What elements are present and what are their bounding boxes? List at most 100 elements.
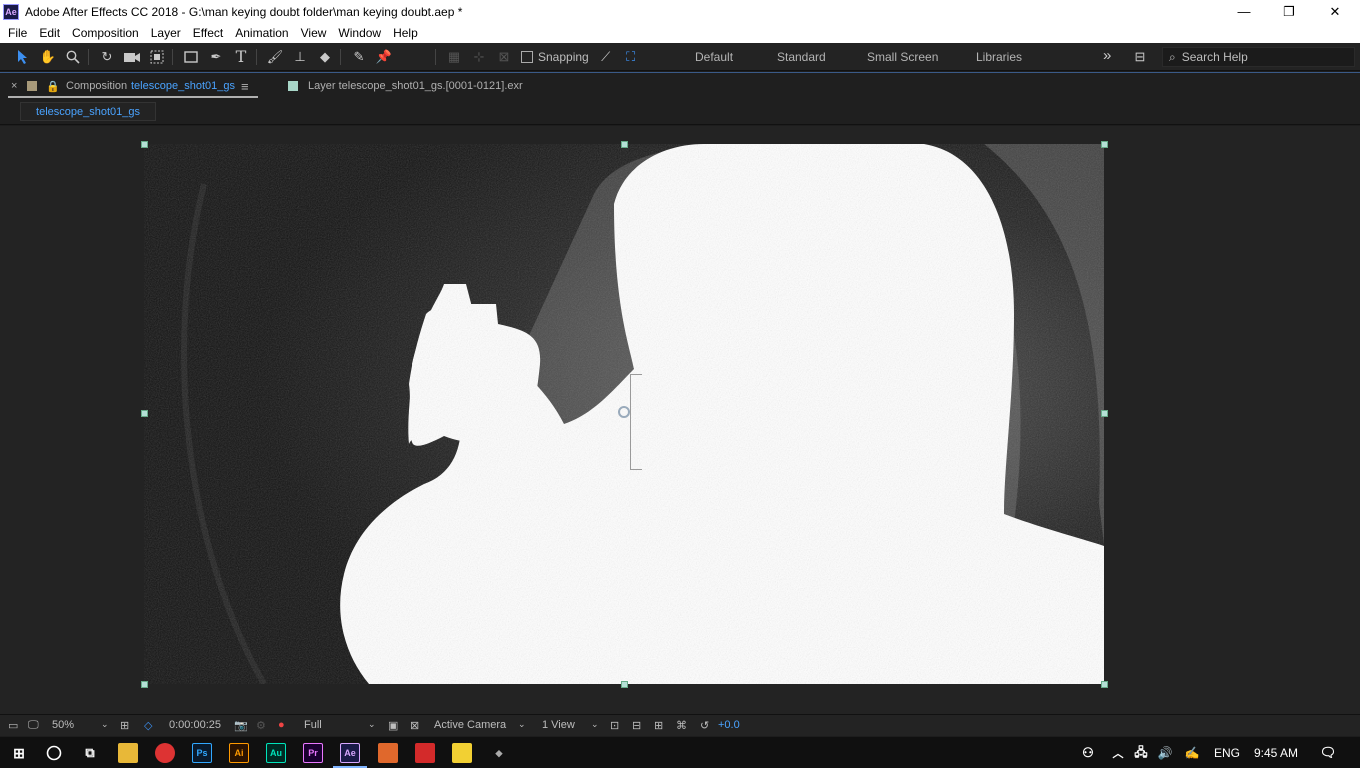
layer-handle[interactable] [1101, 681, 1108, 688]
app-icon[interactable]: ◆ [489, 743, 509, 763]
workspace-libraries[interactable]: Libraries [976, 50, 1022, 64]
puppet-pin-tool-icon[interactable]: 📌 [373, 46, 395, 68]
composition-breadcrumb[interactable]: telescope_shot01_gs [20, 102, 156, 121]
zoom-select[interactable]: 50% [52, 719, 74, 731]
snap-edges-icon[interactable]: ⟋ [595, 46, 617, 68]
task-view-icon[interactable]: ⧉ [80, 743, 100, 763]
toolbar-divider [88, 48, 89, 65]
chevron-up-icon[interactable]: ︿ [1108, 743, 1128, 763]
rotation-tool-icon[interactable]: ↻ [96, 46, 118, 68]
file-explorer-icon[interactable] [118, 743, 138, 763]
zoom-tool-icon[interactable] [62, 46, 84, 68]
photoshop-icon[interactable]: Ps [192, 743, 212, 763]
close-window-button[interactable]: ✕ [1312, 0, 1358, 23]
menu-help[interactable]: Help [387, 26, 424, 40]
illustrator-icon[interactable]: Ai [229, 743, 249, 763]
type-tool-icon[interactable]: T [230, 46, 252, 68]
resolution-select[interactable]: Full [304, 719, 322, 731]
guide-bracket [630, 374, 642, 470]
menu-bar: File Edit Composition Layer Effect Anima… [0, 23, 1360, 43]
layer-handle[interactable] [1101, 141, 1108, 148]
after-effects-taskbar-icon[interactable]: Ae [340, 743, 360, 763]
safe-zones-icon[interactable]: ⊞ [120, 719, 129, 732]
title-bar: Ae Adobe After Effects CC 2018 - G:\man … [0, 0, 1360, 23]
notifications-icon[interactable]: 🗨 [1318, 743, 1338, 763]
workspace-overflow-icon[interactable]: » [1103, 47, 1111, 64]
world-axis-icon: ⊹ [473, 48, 485, 64]
network-icon[interactable]: 🖧 [1131, 743, 1151, 763]
tools-panel: ✋ ↻ ✒ T 🖌 ⊥ ◆ ✎ 📌 ▦ ⊹ ⊠ Snapping ⟋ ⛶ [0, 43, 1360, 71]
composition-frame[interactable] [144, 144, 1104, 684]
panel-layout-icon[interactable]: ⊟ [1129, 46, 1151, 68]
language-indicator[interactable]: ENG [1214, 746, 1240, 760]
premiere-icon[interactable]: Pr [303, 743, 323, 763]
sticky-notes-icon[interactable] [452, 743, 472, 763]
roto-brush-tool-icon[interactable]: ✎ [348, 46, 370, 68]
menu-animation[interactable]: Animation [229, 26, 294, 40]
volume-icon[interactable]: 🔊 [1155, 743, 1175, 763]
menu-window[interactable]: Window [332, 26, 387, 40]
view-layout-select[interactable]: 1 View [542, 719, 575, 731]
toggle-pixel-aspect-icon[interactable]: ⊡ [610, 719, 619, 732]
hand-tool-icon[interactable]: ✋ [37, 46, 59, 68]
layer-handle[interactable] [621, 681, 628, 688]
mask-visibility-icon[interactable]: ◇ [144, 719, 152, 732]
chevron-down-icon: ⌄ [518, 719, 526, 729]
snapshot-icon[interactable]: 📷 [234, 719, 248, 732]
snap-features-icon[interactable]: ⛶ [620, 46, 642, 68]
selection-tool-icon[interactable] [12, 46, 34, 68]
view-axis-icon: ⊠ [498, 48, 510, 64]
menu-layer[interactable]: Layer [145, 26, 187, 40]
layer-handle[interactable] [141, 141, 148, 148]
people-icon[interactable]: ⚇ [1078, 743, 1098, 763]
menu-effect[interactable]: Effect [187, 26, 229, 40]
search-icon[interactable] [44, 743, 64, 763]
clock[interactable]: 9:45 AM [1254, 746, 1298, 760]
search-help-input[interactable]: ⌕ Search Help [1162, 47, 1355, 67]
transparency-grid-icon[interactable]: ⊠ [410, 719, 419, 732]
exposure-value[interactable]: +0.0 [718, 719, 740, 731]
camera-view-select[interactable]: Active Camera [434, 719, 506, 731]
media-encoder-icon[interactable] [378, 743, 398, 763]
show-snapshot-icon[interactable]: ⚙ [256, 719, 266, 732]
after-effects-logo-icon: Ae [3, 3, 19, 20]
workspace-default[interactable]: Default [695, 50, 733, 64]
menu-composition[interactable]: Composition [66, 26, 145, 40]
current-time[interactable]: 0:00:00:25 [169, 719, 221, 731]
pen-input-icon[interactable]: ✍ [1182, 743, 1202, 763]
download-icon[interactable] [415, 743, 435, 763]
anchor-point-icon[interactable] [618, 406, 630, 418]
rectangle-tool-icon[interactable] [180, 46, 202, 68]
timeline-icon[interactable]: ⊞ [654, 719, 663, 732]
channel-icon[interactable]: ● [278, 719, 285, 731]
clone-stamp-tool-icon[interactable]: ⊥ [289, 46, 311, 68]
layer-tab[interactable]: Layer telescope_shot01_gs.[0001-0121].ex… [308, 80, 523, 92]
layer-handle[interactable] [1101, 410, 1108, 417]
layer-handle[interactable] [141, 681, 148, 688]
eraser-tool-icon[interactable]: ◆ [314, 46, 336, 68]
pan-behind-tool-icon[interactable] [146, 46, 168, 68]
menu-edit[interactable]: Edit [33, 26, 66, 40]
workspace-small-screen[interactable]: Small Screen [867, 50, 938, 64]
menu-file[interactable]: File [2, 26, 33, 40]
layer-panel-swatch-icon [288, 81, 298, 91]
chrome-icon[interactable] [155, 743, 175, 763]
brush-tool-icon[interactable]: 🖌 [264, 46, 286, 68]
windows-start-icon[interactable]: ⊞ [9, 743, 29, 763]
audition-icon[interactable]: Au [266, 743, 286, 763]
layer-handle[interactable] [141, 410, 148, 417]
region-of-interest-icon[interactable]: ▣ [388, 719, 398, 732]
camera-tool-icon[interactable] [121, 46, 143, 68]
always-preview-icon[interactable]: ▭ [8, 719, 18, 732]
reset-exposure-icon[interactable]: ↺ [700, 719, 709, 732]
monitor-icon[interactable]: 🖵 [28, 719, 39, 732]
menu-view[interactable]: View [295, 26, 333, 40]
fast-previews-icon[interactable]: ⊟ [632, 719, 641, 732]
flowchart-icon[interactable]: ⌘ [676, 719, 687, 732]
layer-handle[interactable] [621, 141, 628, 148]
snapping-checkbox[interactable] [521, 50, 533, 63]
workspace-standard[interactable]: Standard [777, 50, 826, 64]
maximize-button[interactable]: ❐ [1266, 0, 1312, 23]
pen-tool-icon[interactable]: ✒ [205, 46, 227, 68]
minimize-button[interactable]: — [1221, 0, 1267, 23]
